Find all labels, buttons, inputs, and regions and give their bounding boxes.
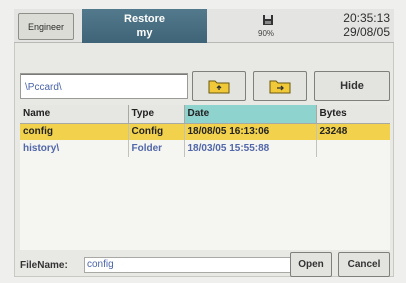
column-header-type[interactable]: Type bbox=[128, 105, 185, 124]
cell-bytes bbox=[316, 140, 390, 157]
path-field[interactable]: \Pccard\ bbox=[20, 73, 188, 99]
battery-level: 90% bbox=[258, 29, 275, 38]
clock-date: 29/08/05 bbox=[343, 25, 390, 39]
cancel-button[interactable]: Cancel bbox=[338, 252, 390, 277]
restore-title: Restore my bbox=[82, 9, 207, 43]
folder-open-icon bbox=[269, 80, 291, 94]
clock-time: 20:35:13 bbox=[343, 11, 390, 25]
folder-up-button[interactable] bbox=[192, 71, 246, 101]
clock: 20:35:13 29/08/05 bbox=[343, 11, 390, 39]
restore-title-line1: Restore bbox=[124, 13, 165, 25]
table-row[interactable]: config Config 18/08/05 16:13:06 23248 bbox=[20, 123, 390, 140]
filename-input[interactable]: config bbox=[84, 257, 302, 273]
cell-name: history\ bbox=[20, 140, 129, 157]
cell-type: Folder bbox=[128, 140, 185, 157]
column-header-bytes[interactable]: Bytes bbox=[316, 105, 390, 124]
column-header-date[interactable]: Date bbox=[184, 105, 317, 124]
cell-name: config bbox=[20, 123, 129, 140]
hide-button[interactable]: Hide bbox=[314, 71, 390, 101]
table-header: Name Type Date Bytes bbox=[20, 105, 390, 124]
folder-up-icon bbox=[208, 80, 230, 94]
cell-bytes: 23248 bbox=[316, 123, 390, 140]
folder-open-button[interactable] bbox=[253, 71, 307, 101]
column-header-name[interactable]: Name bbox=[20, 105, 129, 124]
floppy-disk-icon bbox=[263, 15, 273, 25]
file-table: Name Type Date Bytes config Config 18/08… bbox=[20, 105, 390, 157]
restore-title-line2: my bbox=[136, 27, 153, 39]
status-bar: Engineer Restore my 90% 20:35:13 29/08/0… bbox=[14, 9, 394, 43]
engineer-button[interactable]: Engineer bbox=[18, 13, 74, 40]
filename-bar: FileName: config bbox=[18, 253, 390, 277]
path-field-value: \Pccard\ bbox=[25, 82, 62, 93]
filename-label: FileName: bbox=[20, 260, 68, 271]
table-row[interactable]: history\ Folder 18/03/05 15:55:88 bbox=[20, 140, 390, 157]
cell-date: 18/03/05 15:55:88 bbox=[184, 140, 317, 157]
cell-date: 18/08/05 16:13:06 bbox=[184, 123, 317, 140]
cell-type: Config bbox=[128, 123, 185, 140]
open-button[interactable]: Open bbox=[290, 252, 332, 277]
path-field-rule bbox=[21, 74, 187, 75]
